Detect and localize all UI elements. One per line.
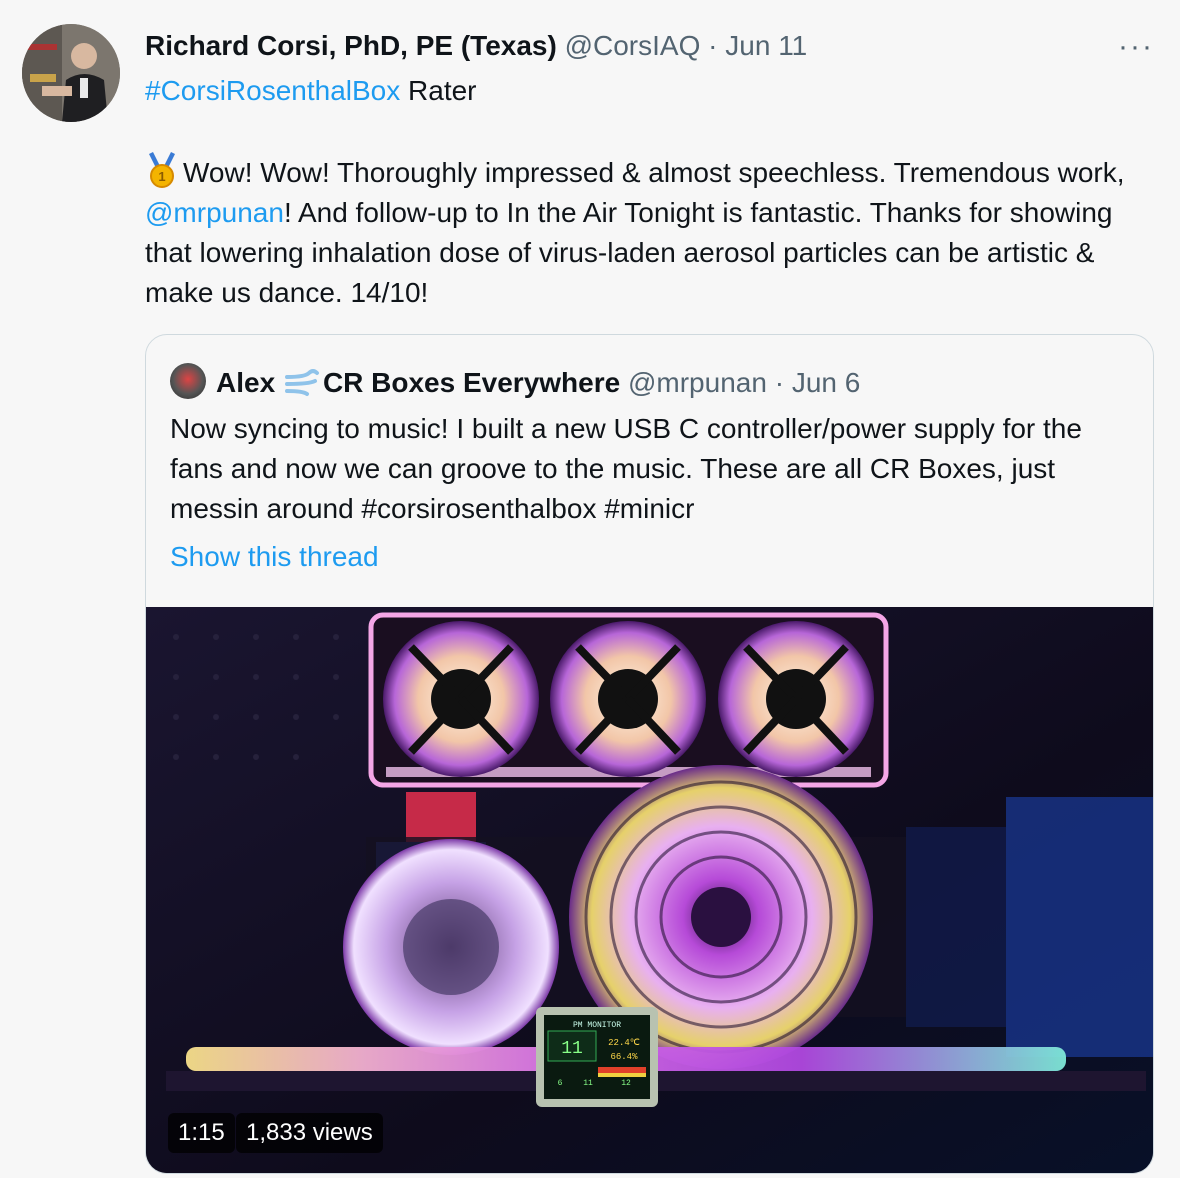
monitor-title: PM MONITOR <box>573 1021 621 1030</box>
tweet-body-part1: Wow! Wow! Thoroughly impressed & almost … <box>183 157 1125 188</box>
quoted-tweet[interactable]: Alex CR Boxes Everywhere @mrpunan · Jun … <box>145 334 1154 1174</box>
author-name[interactable]: Richard Corsi, PhD, PE (Texas) <box>145 30 557 61</box>
video-duration-badge: 1:15 <box>168 1113 235 1153</box>
wind-icon <box>284 367 321 397</box>
quoted-dot-separator: · <box>774 367 785 398</box>
svg-text:1: 1 <box>158 169 165 184</box>
author-avatar[interactable] <box>22 24 120 122</box>
quoted-handle[interactable]: @mrpunan <box>628 367 767 398</box>
quoted-date[interactable]: Jun 6 <box>792 367 861 398</box>
monitor-value-3: 66.4% <box>610 1052 638 1062</box>
tweet-date[interactable]: Jun 11 <box>725 30 807 61</box>
quoted-avatar[interactable] <box>170 363 206 399</box>
video-player[interactable]: PM MONITOR 11 22.4℃ 66.4% 6 11 12 <box>146 607 1153 1173</box>
tweet-header: Richard Corsi, PhD, PE (Texas) @CorsIAQ … <box>145 28 807 64</box>
monitor-value-1: 11 <box>561 1039 583 1059</box>
monitor-value-6: 12 <box>621 1079 631 1088</box>
author-handle[interactable]: @CorsIAQ <box>565 30 701 61</box>
video-frame: PM MONITOR 11 22.4℃ 66.4% 6 11 12 <box>146 607 1153 1173</box>
video-views-badge: 1,833 views <box>236 1113 383 1153</box>
show-thread-link[interactable]: Show this thread <box>170 539 379 575</box>
more-options-icon[interactable]: ··· <box>1118 30 1154 64</box>
monitor-value-2: 22.4℃ <box>608 1038 640 1048</box>
quoted-header: Alex CR Boxes Everywhere @mrpunan · Jun … <box>170 363 860 401</box>
medal-icon: 1 <box>145 152 179 188</box>
quoted-name-part2[interactable]: CR Boxes Everywhere <box>323 367 620 398</box>
tweet-body: 1 Wow! Wow! Thoroughly impressed & almos… <box>145 152 1145 313</box>
hashtag-link[interactable]: #CorsiRosenthalBox <box>145 75 400 106</box>
mention-link[interactable]: @mrpunan <box>145 197 284 228</box>
dot-separator: · <box>708 30 718 61</box>
quoted-name-part1[interactable]: Alex <box>216 367 275 398</box>
tweet-body-part2: ! And follow-up to In the Air Tonight is… <box>145 197 1113 308</box>
monitor-value-5: 11 <box>583 1079 593 1088</box>
tweet-first-line: #CorsiRosenthalBox Rater <box>145 73 477 109</box>
hashtag-suffix: Rater <box>400 75 477 106</box>
quoted-text: Now syncing to music! I built a new USB … <box>170 413 1082 524</box>
monitor-value-4: 6 <box>558 1079 563 1088</box>
